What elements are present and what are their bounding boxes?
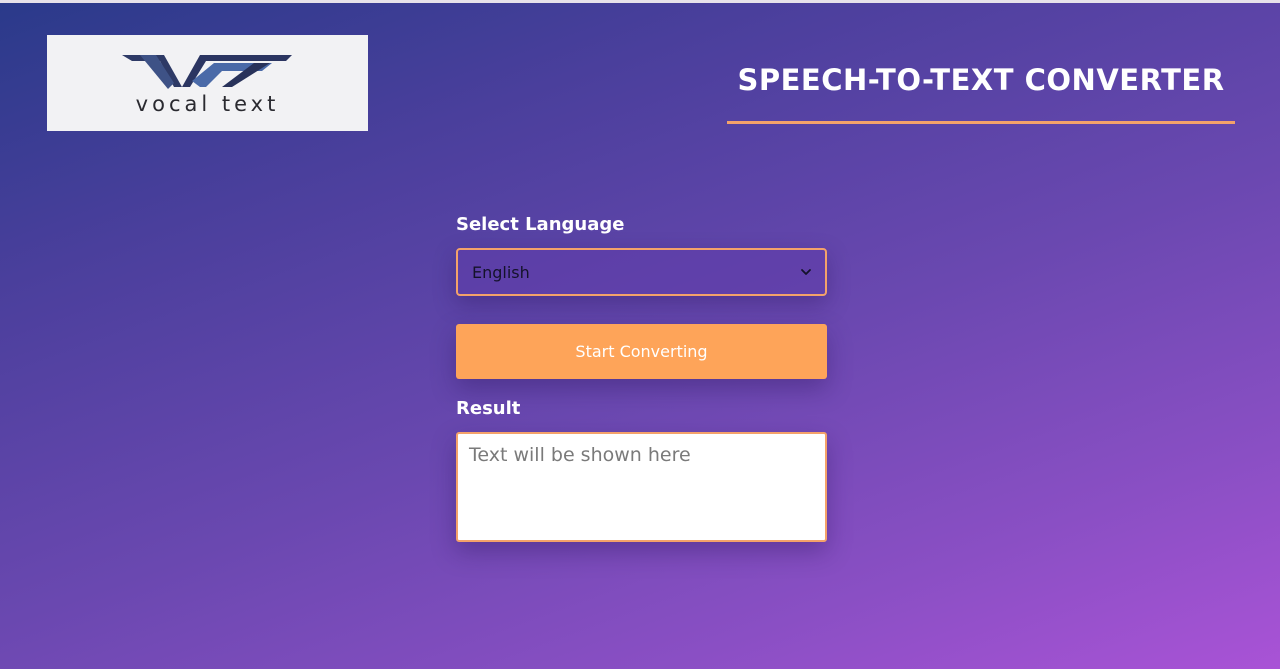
logo-text: vocal text: [135, 92, 280, 116]
v-logo-mark-icon: [122, 55, 292, 89]
title-underline: [727, 121, 1235, 124]
result-label: Result: [456, 398, 521, 419]
logo: vocal text: [47, 35, 368, 131]
result-textarea[interactable]: [456, 432, 827, 542]
language-label: Select Language: [456, 214, 625, 235]
language-select[interactable]: English: [456, 248, 827, 296]
language-select-value: English: [472, 263, 530, 282]
start-converting-button[interactable]: Start Converting: [456, 324, 827, 379]
chevron-down-icon: [801, 269, 811, 275]
page-title: SPEECH-TO-TEXT CONVERTER: [737, 63, 1225, 97]
top-border-line: [0, 0, 1280, 3]
